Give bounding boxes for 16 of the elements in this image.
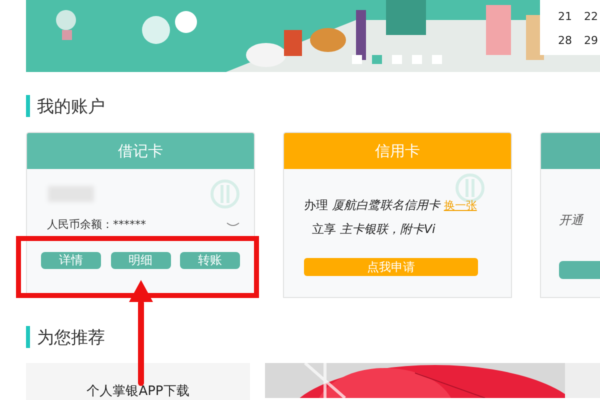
section-title: 为您推荐 bbox=[37, 326, 105, 348]
section-title: 我的账户 bbox=[37, 96, 105, 118]
card-header: 借记卡 bbox=[27, 133, 254, 169]
bank-logo-icon bbox=[210, 179, 240, 209]
benefit-text: 立享 主卡银联，附卡Vi bbox=[312, 222, 436, 236]
balance-label: 人民币余额：****** bbox=[47, 217, 146, 232]
app-card[interactable]: 个人掌银APP下载 bbox=[26, 363, 250, 400]
card-header: 信用卡 bbox=[284, 133, 511, 169]
calendar-day[interactable]: 28 bbox=[558, 34, 572, 46]
offer-text: 办理 厦航白鹭联名信用卡 bbox=[304, 197, 440, 214]
card-text: 开通 bbox=[559, 213, 583, 227]
calendar-day[interactable]: 21 bbox=[558, 10, 572, 22]
app-download-text: 个人掌银APP下载 bbox=[86, 385, 190, 399]
calendar-day[interactable]: 22 bbox=[584, 10, 598, 22]
eye-closed-icon[interactable] bbox=[226, 222, 240, 228]
calendar-day[interactable]: 29 bbox=[584, 34, 598, 46]
